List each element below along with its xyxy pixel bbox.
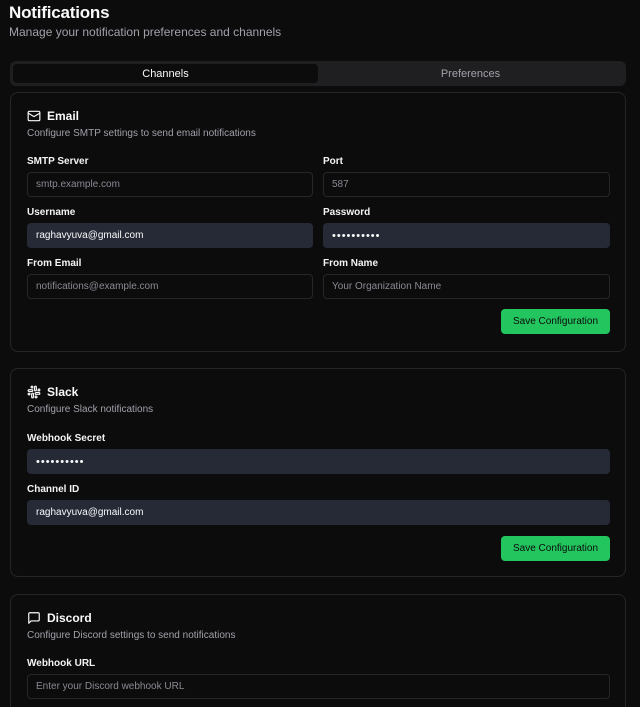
username-label: Username <box>27 207 76 218</box>
email-card-header: Email <box>27 109 79 123</box>
webhook-url-input[interactable] <box>27 674 610 699</box>
email-card-title: Email <box>47 109 80 123</box>
webhook-secret-label: Webhook Secret <box>27 433 106 444</box>
password-label: Password <box>323 207 371 218</box>
slack-icon <box>27 385 41 399</box>
channel-id-input[interactable] <box>27 500 610 525</box>
port-label: Port <box>323 156 343 167</box>
discord-card-title: Discord <box>47 611 92 625</box>
password-input[interactable] <box>323 223 610 248</box>
slack-card-title: Slack <box>47 385 79 399</box>
email-card: Email Configure SMTP settings to send em… <box>10 92 626 352</box>
from-email-input[interactable] <box>27 274 313 299</box>
discord-card-header: Discord <box>27 611 92 625</box>
slack-card: Slack Configure Slack notifications Webh… <box>10 368 626 577</box>
smtp-server-label: SMTP Server <box>27 156 89 167</box>
port-input[interactable] <box>323 172 610 197</box>
webhook-secret-input[interactable] <box>27 449 610 474</box>
from-name-input[interactable] <box>323 274 610 299</box>
channel-id-label: Channel ID <box>27 484 80 495</box>
slack-card-header: Slack <box>27 385 78 399</box>
message-square-icon <box>27 611 41 625</box>
slack-save-button[interactable]: Save Configuration <box>501 536 610 561</box>
smtp-server-input[interactable] <box>27 172 313 197</box>
discord-card: Discord Configure Discord settings to se… <box>10 594 626 707</box>
tab-list: Channels Preferences <box>10 61 626 86</box>
email-save-button[interactable]: Save Configuration <box>501 309 610 334</box>
mail-icon <box>27 109 41 123</box>
page-subtitle: Manage your notification preferences and… <box>9 25 282 39</box>
from-email-label: From Email <box>27 258 82 269</box>
discord-card-description: Configure Discord settings to send notif… <box>27 630 236 641</box>
email-card-description: Configure SMTP settings to send email no… <box>27 128 256 139</box>
username-input[interactable] <box>27 223 313 248</box>
webhook-url-label: Webhook URL <box>27 658 96 669</box>
page-title: Notifications <box>9 3 110 22</box>
from-name-label: From Name <box>323 258 379 269</box>
tab-channels[interactable]: Channels <box>13 64 318 83</box>
tab-preferences[interactable]: Preferences <box>318 64 623 83</box>
slack-card-description: Configure Slack notifications <box>27 404 154 415</box>
